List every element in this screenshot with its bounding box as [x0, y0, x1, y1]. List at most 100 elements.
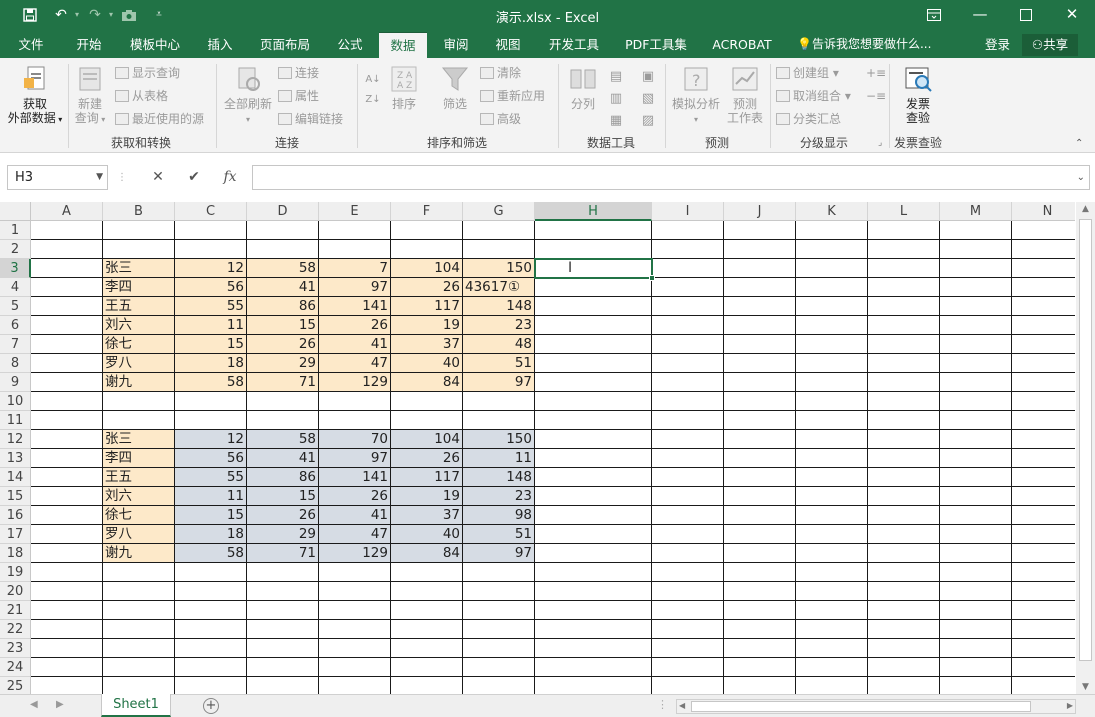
cell-C13[interactable]: 56 [175, 449, 247, 468]
cell-J25[interactable] [724, 677, 796, 694]
cell-L4[interactable] [868, 278, 940, 297]
cell-F6[interactable]: 19 [391, 316, 463, 335]
cell-B21[interactable] [103, 601, 175, 620]
close-icon[interactable]: ✕ [1049, 0, 1095, 30]
cell-I23[interactable] [652, 639, 724, 658]
column-header-A[interactable]: A [31, 202, 103, 221]
cell-L7[interactable] [868, 335, 940, 354]
cell-N18[interactable] [1012, 544, 1075, 563]
cell-E22[interactable] [319, 620, 391, 639]
formula-input[interactable]: ⌄ [252, 165, 1090, 190]
row-header-4[interactable]: 4 [0, 278, 31, 297]
column-header-H[interactable]: H [535, 202, 652, 221]
cell-F7[interactable]: 37 [391, 335, 463, 354]
cell-B14[interactable]: 王五 [103, 468, 175, 487]
cell-H21[interactable] [535, 601, 652, 620]
cell-F17[interactable]: 40 [391, 525, 463, 544]
what-if-analysis-button[interactable]: ? 模拟分析 ▾ [668, 64, 724, 127]
worksheet-grid[interactable]: ABCDEFGHIJKLMN 1 2 3 4 5 6 7 8 9 10 11 12 13 14 15 16 17… [0, 202, 1075, 694]
cell-C24[interactable] [175, 658, 247, 677]
cancel-icon[interactable]: ✕ [144, 165, 172, 190]
tell-me-box[interactable]: 💡告诉我您想要做什么... [797, 32, 931, 58]
cell-B20[interactable] [103, 582, 175, 601]
cell-F1[interactable] [391, 221, 463, 240]
cell-B6[interactable]: 刘六 [103, 316, 175, 335]
cell-C17[interactable]: 18 [175, 525, 247, 544]
cell-F24[interactable] [391, 658, 463, 677]
cell-C1[interactable] [175, 221, 247, 240]
cell-B24[interactable] [103, 658, 175, 677]
cell-M24[interactable] [940, 658, 1012, 677]
cell-I12[interactable] [652, 430, 724, 449]
cell-J12[interactable] [724, 430, 796, 449]
cell-H5[interactable] [535, 297, 652, 316]
cell-I25[interactable] [652, 677, 724, 694]
cell-H11[interactable] [535, 411, 652, 430]
cell-G18[interactable]: 97 [463, 544, 535, 563]
cell-L8[interactable] [868, 354, 940, 373]
cell-A15[interactable] [31, 487, 103, 506]
cell-B19[interactable] [103, 563, 175, 582]
cell-G19[interactable] [463, 563, 535, 582]
cell-N17[interactable] [1012, 525, 1075, 544]
cell-I20[interactable] [652, 582, 724, 601]
cell-D8[interactable]: 29 [247, 354, 319, 373]
cell-F22[interactable] [391, 620, 463, 639]
refresh-all-button[interactable]: 全部刷新 ▾ [220, 64, 276, 127]
cell-A9[interactable] [31, 373, 103, 392]
cell-A20[interactable] [31, 582, 103, 601]
cell-J21[interactable] [724, 601, 796, 620]
cell-F13[interactable]: 26 [391, 449, 463, 468]
cell-F20[interactable] [391, 582, 463, 601]
cell-A1[interactable] [31, 221, 103, 240]
cell-B7[interactable]: 徐七 [103, 335, 175, 354]
cell-H15[interactable] [535, 487, 652, 506]
cell-K3[interactable] [796, 259, 868, 278]
cell-J5[interactable] [724, 297, 796, 316]
cell-J8[interactable] [724, 354, 796, 373]
cell-M22[interactable] [940, 620, 1012, 639]
cell-M2[interactable] [940, 240, 1012, 259]
cell-F21[interactable] [391, 601, 463, 620]
cell-I13[interactable] [652, 449, 724, 468]
vertical-scrollbar[interactable]: ▲ ▼ [1076, 202, 1095, 694]
cell-M16[interactable] [940, 506, 1012, 525]
cell-G8[interactable]: 51 [463, 354, 535, 373]
row-header-19[interactable]: 19 [0, 563, 31, 582]
cell-B25[interactable] [103, 677, 175, 694]
cell-B8[interactable]: 罗八 [103, 354, 175, 373]
cell-G17[interactable]: 51 [463, 525, 535, 544]
clear-button[interactable]: 清除 [480, 64, 521, 82]
cell-C5[interactable]: 55 [175, 297, 247, 316]
cell-K5[interactable] [796, 297, 868, 316]
cell-J23[interactable] [724, 639, 796, 658]
cell-L16[interactable] [868, 506, 940, 525]
cell-A13[interactable] [31, 449, 103, 468]
cell-J1[interactable] [724, 221, 796, 240]
cell-G7[interactable]: 48 [463, 335, 535, 354]
cell-I8[interactable] [652, 354, 724, 373]
cell-J4[interactable] [724, 278, 796, 297]
cell-N11[interactable] [1012, 411, 1075, 430]
cell-L13[interactable] [868, 449, 940, 468]
show-detail-icon[interactable]: +≡ [866, 64, 886, 82]
scroll-down-icon[interactable]: ▼ [1076, 682, 1095, 692]
cell-H3[interactable] [535, 259, 652, 278]
sheet-tab-sheet1[interactable]: Sheet1 [101, 694, 171, 717]
cell-L17[interactable] [868, 525, 940, 544]
cell-D24[interactable] [247, 658, 319, 677]
cell-H14[interactable] [535, 468, 652, 487]
cell-M23[interactable] [940, 639, 1012, 658]
cell-I10[interactable] [652, 392, 724, 411]
cell-K1[interactable] [796, 221, 868, 240]
cell-L5[interactable] [868, 297, 940, 316]
cell-C25[interactable] [175, 677, 247, 694]
cell-M7[interactable] [940, 335, 1012, 354]
scroll-left-icon[interactable]: ◀ [679, 701, 685, 710]
cell-E10[interactable] [319, 392, 391, 411]
row-header-15[interactable]: 15 [0, 487, 31, 506]
sort-button[interactable]: Z AA Z 排序 [388, 64, 420, 111]
cell-F14[interactable]: 117 [391, 468, 463, 487]
cell-K7[interactable] [796, 335, 868, 354]
reapply-button[interactable]: 重新应用 [480, 87, 545, 105]
